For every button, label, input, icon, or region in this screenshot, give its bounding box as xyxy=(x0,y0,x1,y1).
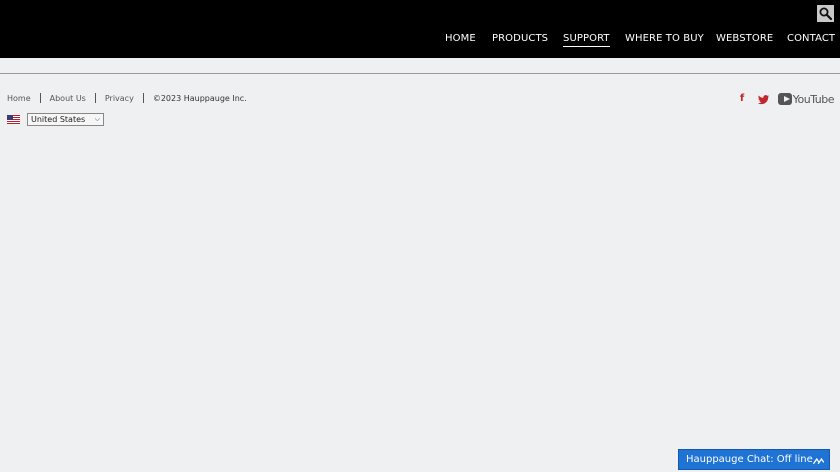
youtube-link[interactable]: YouTube xyxy=(778,91,835,107)
country-select[interactable]: United States ⌵ xyxy=(27,113,104,126)
search-icon xyxy=(819,7,832,20)
chevron-down-icon: ⌵ xyxy=(94,115,100,123)
youtube-play-icon xyxy=(778,93,792,105)
nav-contact[interactable]: CONTACT xyxy=(787,33,835,45)
country-select-value: United States xyxy=(31,115,86,124)
top-header: HOME PRODUCTS SUPPORT WHERE TO BUY WEBST… xyxy=(0,0,840,58)
maximize-icon[interactable] xyxy=(812,455,824,465)
footer-links: Home About Us Privacy ©2023 Hauppauge In… xyxy=(7,93,247,103)
footer-link-privacy[interactable]: Privacy xyxy=(105,94,134,103)
facebook-icon[interactable]: f xyxy=(737,92,747,106)
chat-status-label: Hauppauge Chat: Off line xyxy=(686,454,813,465)
link-separator xyxy=(39,93,41,103)
nav-where-to-buy[interactable]: WHERE TO BUY xyxy=(625,33,704,45)
footer-divider xyxy=(0,73,840,74)
twitter-icon[interactable] xyxy=(757,92,770,106)
nav-support[interactable]: SUPPORT xyxy=(563,33,610,47)
footer-link-home[interactable]: Home xyxy=(7,94,31,103)
us-flag-icon xyxy=(7,115,20,124)
main-nav: HOME PRODUCTS SUPPORT WHERE TO BUY WEBST… xyxy=(0,33,840,47)
country-selector: United States ⌵ xyxy=(7,113,104,126)
search-button[interactable] xyxy=(817,5,834,22)
footer-link-about-us[interactable]: About Us xyxy=(50,94,86,103)
nav-home[interactable]: HOME xyxy=(445,33,476,45)
nav-webstore[interactable]: WEBSTORE xyxy=(716,33,773,45)
link-separator xyxy=(142,93,144,103)
link-separator xyxy=(94,93,96,103)
copyright-text: ©2023 Hauppauge Inc. xyxy=(152,93,247,103)
youtube-label: YouTube xyxy=(792,92,835,106)
nav-products[interactable]: PRODUCTS xyxy=(492,33,548,45)
chat-widget[interactable]: Hauppauge Chat: Off line xyxy=(678,449,830,470)
